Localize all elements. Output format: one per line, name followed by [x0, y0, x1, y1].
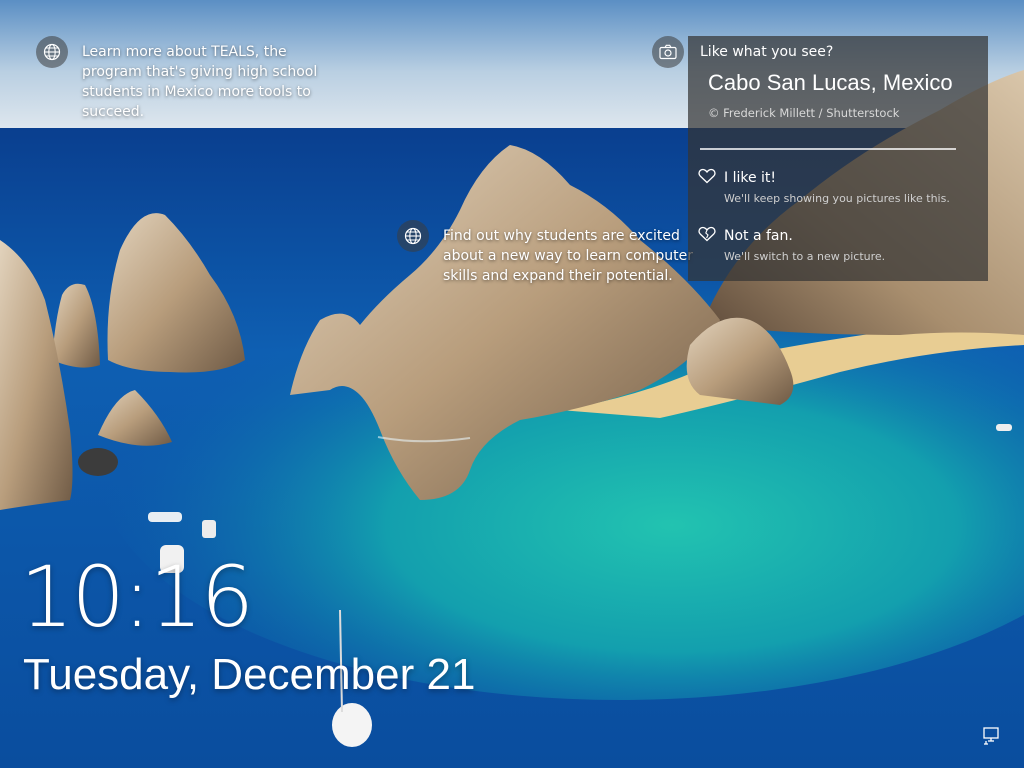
- not-a-fan-button[interactable]: Not a fan. We'll switch to a new picture…: [698, 226, 978, 263]
- broken-heart-icon: [698, 226, 716, 246]
- location-title: Cabo San Lucas, Mexico: [708, 70, 953, 95]
- hotspot-students-text[interactable]: Find out why students are excited about …: [443, 220, 703, 286]
- hotspot-teals[interactable]: Learn more about TEALS, the program that…: [36, 36, 342, 122]
- like-what-you-see-panel: Like what you see? Cabo San Lucas, Mexic…: [688, 36, 988, 281]
- clock-date: Tuesday, December 21: [23, 650, 476, 699]
- like-it-label: I like it!: [724, 170, 777, 186]
- panel-divider: [700, 148, 956, 150]
- like-it-button[interactable]: I like it! We'll keep showing you pictur…: [698, 168, 978, 205]
- not-a-fan-description: We'll switch to a new picture.: [724, 250, 886, 263]
- globe-icon[interactable]: [36, 36, 68, 68]
- hotspot-students[interactable]: Find out why students are excited about …: [397, 220, 703, 286]
- like-it-description: We'll keep showing you pictures like thi…: [724, 192, 950, 205]
- photo-credit: © Frederick Millett / Shutterstock: [708, 106, 900, 120]
- camera-icon[interactable]: [652, 36, 684, 68]
- not-a-fan-label: Not a fan.: [724, 228, 793, 244]
- panel-heading: Like what you see?: [700, 44, 834, 60]
- hotspot-teals-text[interactable]: Learn more about TEALS, the program that…: [82, 36, 342, 122]
- clock-time: 10:16: [20, 548, 254, 646]
- globe-icon[interactable]: [397, 220, 429, 252]
- network-icon[interactable]: [982, 726, 1002, 746]
- heart-icon: [698, 168, 716, 188]
